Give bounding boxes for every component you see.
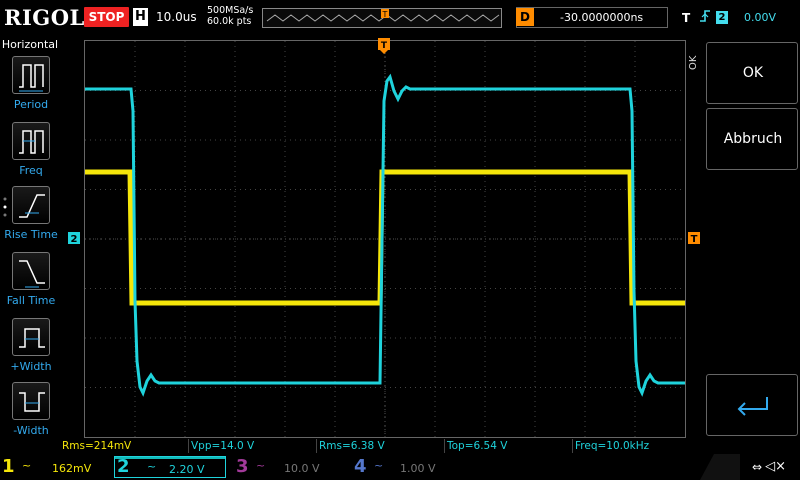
channel-1-scale: 162mV <box>52 462 92 475</box>
period-icon <box>12 56 50 94</box>
menu-title: Horizontal <box>1 38 59 51</box>
delay-badge: D <box>516 8 534 26</box>
channel-4-number: 4 <box>354 456 367 477</box>
channel-4-scale: 1.00 V <box>400 462 436 475</box>
measure-menu: Horizontal Period Freq Rise Time Fall Ti… <box>0 36 60 454</box>
meas-ch2-vpp[interactable]: Vpp=14.0 V <box>188 439 316 453</box>
delay-value: -30.0000000ns <box>560 11 644 24</box>
ok-button-label: OK <box>742 65 764 81</box>
neg-width-icon <box>12 382 50 420</box>
trigger-level-label: T <box>691 234 698 245</box>
meas-ch2-rms[interactable]: Rms=6.38 V <box>316 439 444 453</box>
top-status-bar: RIGOL STOP H 10.0us 500MSa/s 60.0k pts T… <box>0 0 800 36</box>
trigger-source[interactable]: 2 <box>716 11 728 24</box>
fall-time-icon <box>12 252 50 290</box>
channel-status-bar: 1 ~ 162mV 2 ~ 2.20 V 3 ~ 10.0 V 4 ~ 1.00… <box>0 454 800 480</box>
acquisition-info: 500MSa/s 60.0k pts <box>207 5 253 27</box>
measure-rise-time-button[interactable]: Rise Time <box>0 186 62 250</box>
channel-2-number: 2 <box>117 456 130 477</box>
period-label: Period <box>13 98 49 111</box>
channel-3-number: 3 <box>236 456 249 477</box>
measurement-results-bar: Rms=214mV Vpp=14.0 V Rms=6.38 V Top=6.54… <box>60 439 700 453</box>
freq-icon <box>12 122 50 160</box>
speaker-muted-icon[interactable]: ◁× <box>765 459 786 474</box>
cancel-button[interactable]: Abbruch <box>706 108 798 170</box>
ok-button[interactable]: OK <box>706 42 798 104</box>
waveform-display[interactable] <box>84 40 686 438</box>
neg-width-label: -Width <box>13 424 49 437</box>
brand-logo: RIGOL <box>4 5 85 30</box>
timebase-value[interactable]: 10.0us <box>156 10 197 24</box>
measure-freq-button[interactable]: Freq <box>0 122 62 186</box>
cancel-button-label: Abbruch <box>723 131 783 147</box>
channel-2-status[interactable]: 2 ~ 2.20 V <box>114 456 226 478</box>
pos-width-icon <box>12 318 50 356</box>
trigger-badge: T <box>682 11 691 25</box>
rising-edge-icon <box>699 9 711 27</box>
channel-1-status[interactable]: 1 ~ 162mV <box>0 456 104 478</box>
graticule <box>85 41 685 437</box>
channel-1-coupling: ~ <box>22 459 32 472</box>
measure-neg-width-button[interactable]: -Width <box>0 382 62 446</box>
usb-icon: ⇔ <box>751 460 762 474</box>
pos-width-label: +Width <box>10 360 52 373</box>
trigger-level[interactable]: 0.00V <box>744 11 776 24</box>
bottom-bar-divider <box>700 454 740 480</box>
channel-2-coupling: ~ <box>147 460 157 473</box>
sample-rate: 500MSa/s <box>207 5 254 16</box>
channel-2-scale: 2.20 V <box>169 463 205 476</box>
softkey-panel: OK Abbruch <box>704 36 800 454</box>
run-stop-indicator[interactable]: STOP <box>84 7 129 27</box>
rise-time-label: Rise Time <box>4 228 58 241</box>
channel-1-number: 1 <box>2 456 15 477</box>
horizontal-badge: H <box>133 8 148 26</box>
channel-4-coupling: ~ <box>374 459 384 472</box>
measure-period-button[interactable]: Period <box>0 56 62 120</box>
enter-button[interactable] <box>706 374 798 436</box>
softkey-vertical-label: OK <box>688 55 699 70</box>
rise-time-icon <box>12 186 50 224</box>
meas-ch2-freq[interactable]: Freq=10.0kHz <box>572 439 700 453</box>
ch2-ground-marker[interactable]: 2 <box>68 231 82 245</box>
memory-waveform-preview: T <box>266 9 500 22</box>
measure-pos-width-button[interactable]: +Width <box>0 318 62 382</box>
trigger-time-marker[interactable]: T <box>378 38 392 54</box>
ch2-ground-label: 2 <box>71 234 78 245</box>
enter-icon <box>737 397 768 416</box>
freq-label: Freq <box>19 164 43 177</box>
memory-position-bar: T <box>262 8 502 28</box>
channel-4-status[interactable]: 4 ~ 1.00 V <box>352 456 460 478</box>
channel-3-coupling: ~ <box>256 459 266 472</box>
channel-3-scale: 10.0 V <box>284 462 320 475</box>
trigger-time-label: T <box>381 41 388 51</box>
meas-ch2-top[interactable]: Top=6.54 V <box>444 439 572 453</box>
measure-fall-time-button[interactable]: Fall Time <box>0 252 62 316</box>
memory-depth: 60.0k pts <box>207 16 252 27</box>
trigger-position-marker: T <box>382 10 388 19</box>
meas-ch1-rms[interactable]: Rms=214mV <box>60 439 188 453</box>
channel-3-status[interactable]: 3 ~ 10.0 V <box>234 456 342 478</box>
fall-time-label: Fall Time <box>6 294 56 307</box>
trigger-level-marker[interactable]: T <box>688 231 702 245</box>
